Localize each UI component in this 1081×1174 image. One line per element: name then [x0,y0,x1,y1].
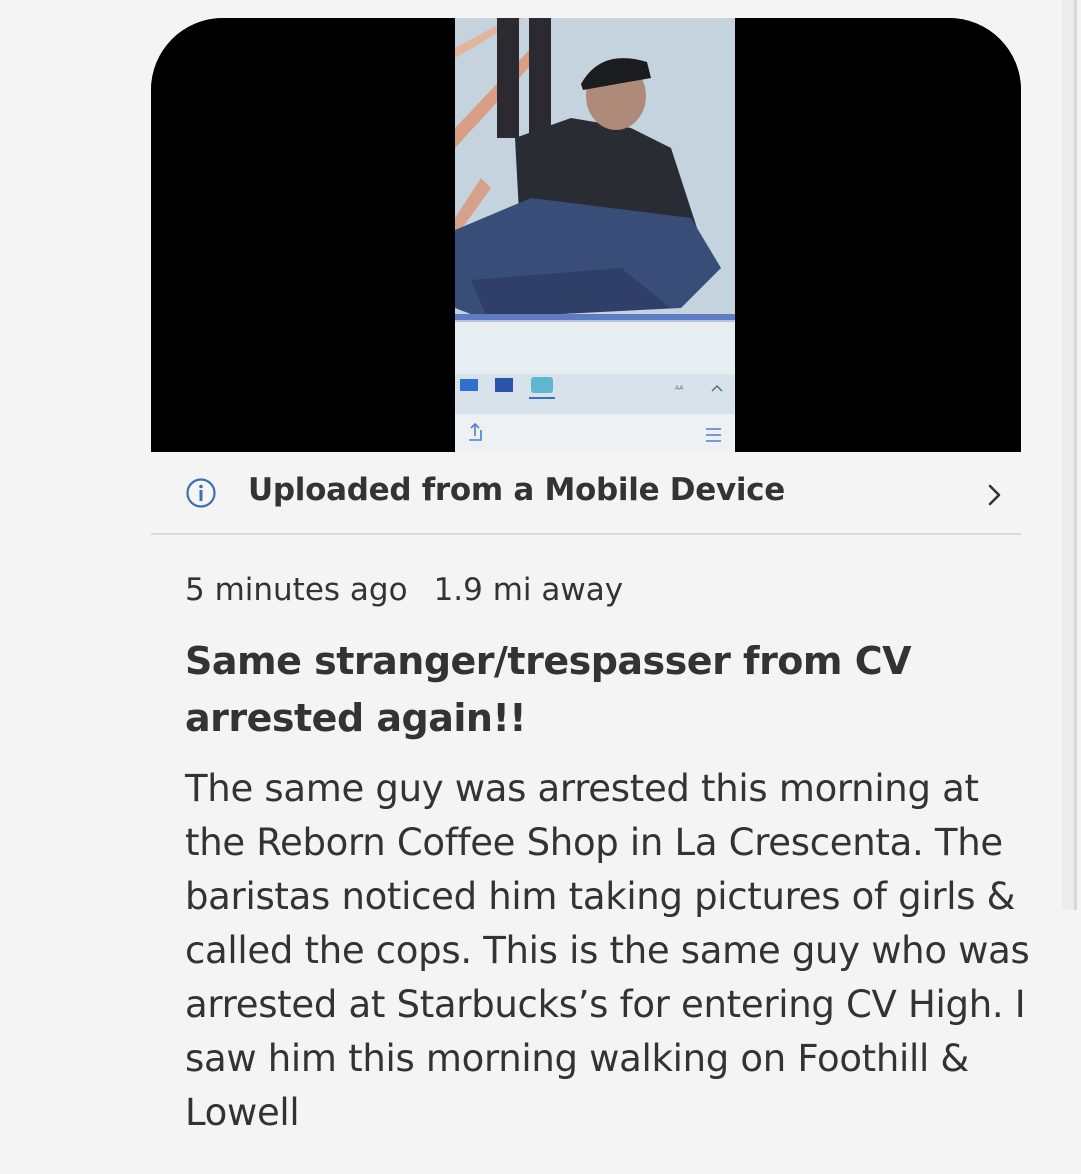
post-title: Same stranger/trespasser from CV arreste… [185,639,912,740]
video-frame: ᴬᴬ [151,18,1021,452]
info-icon [186,478,216,508]
svg-text:ᴬᴬ: ᴬᴬ [675,385,684,396]
scrollbar-thumb[interactable] [1062,0,1074,910]
post-detail-page: ᴬᴬ Uploaded from a Mobile Device 5 minut… [0,0,1081,1174]
chevron-right-icon [988,484,1001,506]
post-time: 5 minutes ago [185,572,408,608]
upload-info-label: Uploaded from a Mobile Device [248,472,785,508]
post-meta: 5 minutes ago 1.9 mi away [185,572,623,608]
scrollbar[interactable] [1062,0,1077,910]
post-video[interactable]: ᴬᴬ [151,18,1021,452]
post-body: The same guy was arrested this morning a… [185,767,1030,1134]
upload-info-row[interactable]: Uploaded from a Mobile Device [151,452,1021,535]
post-distance: 1.9 mi away [433,572,624,608]
